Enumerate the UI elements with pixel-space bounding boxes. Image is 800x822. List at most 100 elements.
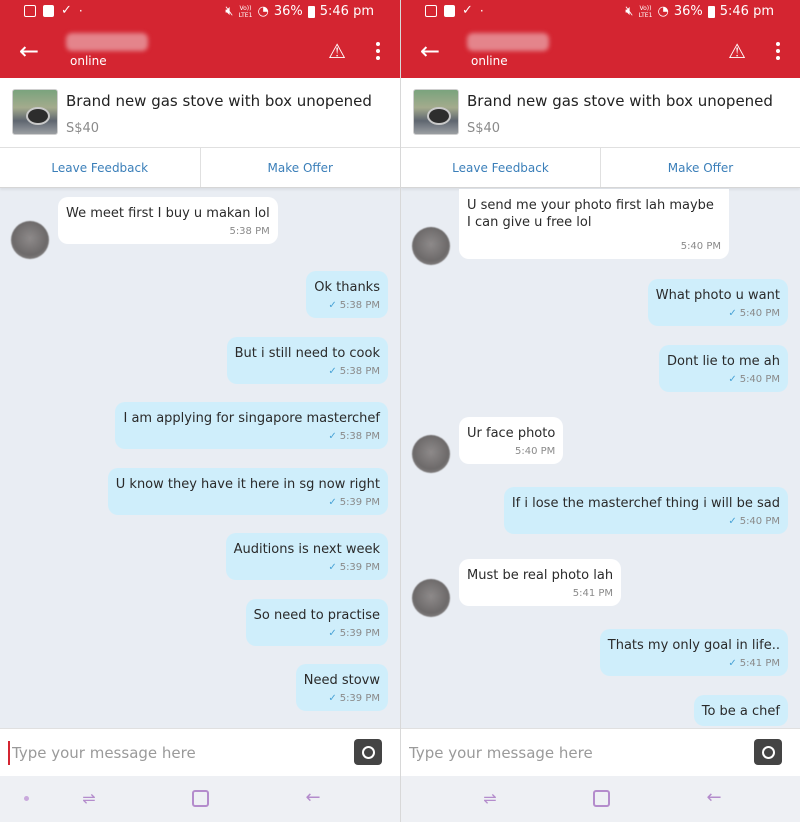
- battery-percent: 36%: [273, 4, 303, 19]
- message-text: What photo u want: [655, 288, 780, 303]
- contact-name-redacted: [467, 33, 549, 51]
- message-time: 5:40 PM: [739, 374, 780, 385]
- chat-app-bar: ← online ⚠: [0, 26, 400, 78]
- message-text: But i still need to cook: [234, 346, 380, 361]
- nav-indicator-icon: [24, 796, 29, 801]
- system-nav-bar: ⇌ ←: [401, 776, 800, 822]
- outgoing-message: Auditions is next week ✓ 5:39 PM: [225, 533, 388, 580]
- more-vertical-icon[interactable]: [368, 38, 388, 64]
- incoming-message: U send me your photo first lah maybe I c…: [459, 189, 729, 259]
- check-icon: ✓: [328, 562, 337, 573]
- check-icon: ✓: [328, 628, 337, 639]
- message-text: Need stovw: [303, 673, 380, 688]
- arrow-left-icon[interactable]: ←: [413, 34, 447, 68]
- check-icon: ✓: [328, 366, 337, 377]
- outgoing-message: What photo u want ✓ 5:40 PM: [647, 279, 788, 326]
- message-time: 5:40 PM: [739, 308, 780, 319]
- status-bar: ✓ · 🔇︎ Vo)) LTE1 ◔ 36% 5:46 pm: [0, 0, 400, 26]
- message-time: 5:39 PM: [339, 562, 380, 573]
- message-text: We meet first I buy u makan lol: [66, 206, 270, 221]
- listing-card[interactable]: Brand new gas stove with box unopened S$…: [401, 78, 800, 148]
- status-bar: ✓ · 🔇︎ Vo)) LTE1 ◔ 36% 5:46 pm: [401, 0, 800, 26]
- message-input[interactable]: [409, 741, 709, 765]
- back-nav-icon[interactable]: ←: [300, 786, 326, 810]
- check-icon: ✓: [328, 693, 337, 704]
- wifi-signal-icon: ◔: [257, 4, 269, 19]
- mute-icon: 🔇︎: [625, 4, 634, 19]
- contact-status: online: [471, 54, 508, 68]
- outgoing-message: Thats my only goal in life.. ✓ 5:41 PM: [599, 629, 788, 676]
- avatar: [412, 579, 450, 617]
- camera-icon[interactable]: [754, 739, 782, 765]
- outgoing-message: To be a chef: [693, 695, 788, 726]
- leave-feedback-button[interactable]: Leave Feedback: [401, 148, 600, 187]
- check-icon: ✓: [328, 497, 337, 508]
- message-time: 5:38 PM: [339, 366, 380, 377]
- message-time: 5:41 PM: [739, 658, 780, 669]
- facebook-notification-icon: [43, 5, 54, 17]
- warning-icon[interactable]: ⚠: [324, 38, 350, 64]
- message-time: 5:39 PM: [339, 693, 380, 704]
- message-time: 5:40 PM: [515, 446, 556, 457]
- recent-apps-icon[interactable]: ⇌: [78, 789, 100, 809]
- message-time: 5:38 PM: [229, 226, 270, 237]
- incoming-message: We meet first I buy u makan lol 5:38 PM: [58, 197, 278, 244]
- chat-app-bar: ← online ⚠: [401, 26, 800, 78]
- message-text: Auditions is next week: [233, 542, 380, 557]
- listing-price: S$40: [66, 121, 100, 136]
- arrow-left-icon[interactable]: ←: [12, 34, 46, 68]
- outgoing-message: So need to practise ✓ 5:39 PM: [245, 599, 388, 646]
- make-offer-button[interactable]: Make Offer: [600, 148, 800, 187]
- outgoing-message: Ok thanks ✓ 5:38 PM: [306, 271, 388, 318]
- outgoing-message: But i still need to cook ✓ 5:38 PM: [226, 337, 388, 384]
- network-label: Vo)) LTE1: [638, 4, 653, 19]
- avatar: [412, 227, 450, 265]
- more-vertical-icon[interactable]: [768, 38, 788, 64]
- system-status: 🔇︎ Vo)) LTE1 ◔ 36% 5:46 pm: [625, 4, 774, 19]
- listing-thumbnail: [12, 89, 58, 135]
- camera-icon[interactable]: [354, 739, 382, 765]
- message-text: U know they have it here in sg now right: [115, 477, 380, 492]
- battery-icon: [307, 5, 315, 18]
- clock: 5:46 pm: [319, 4, 374, 19]
- listing-price: S$40: [467, 121, 501, 136]
- message-composer: [401, 728, 800, 776]
- notification-icons: ✓ ·: [24, 4, 83, 18]
- incoming-message: Ur face photo 5:40 PM: [459, 417, 564, 464]
- more-notifications-icon: ·: [78, 4, 83, 18]
- home-icon[interactable]: [192, 790, 209, 807]
- leave-feedback-button[interactable]: Leave Feedback: [0, 148, 200, 187]
- listing-card[interactable]: Brand new gas stove with box unopened S$…: [0, 78, 400, 148]
- wifi-signal-icon: ◔: [657, 4, 669, 19]
- message-text: U send me your photo first lah maybe I c…: [467, 198, 714, 230]
- outgoing-message: Dont lie to me ah ✓ 5:40 PM: [659, 345, 788, 392]
- message-text: I am applying for singapore masterchef: [123, 411, 380, 426]
- message-list[interactable]: U send me your photo first lah maybe I c…: [401, 189, 800, 728]
- contact-name-redacted: [66, 33, 148, 51]
- gallery-notification-icon: [425, 5, 437, 17]
- contact-status: online: [70, 54, 107, 68]
- back-nav-icon[interactable]: ←: [701, 786, 727, 810]
- avatar: [412, 435, 450, 473]
- check-icon: ✓: [728, 658, 737, 669]
- recent-apps-icon[interactable]: ⇌: [479, 789, 501, 809]
- listing-title: Brand new gas stove with box unopened: [467, 92, 773, 110]
- message-time: 5:40 PM: [739, 516, 780, 527]
- listing-actions: Leave Feedback Make Offer: [0, 148, 400, 188]
- message-time: 5:40 PM: [680, 241, 721, 252]
- message-list[interactable]: We meet first I buy u makan lol 5:38 PM …: [0, 189, 400, 728]
- system-nav-bar: ⇌ ←: [0, 776, 400, 822]
- listing-thumbnail: [413, 89, 459, 135]
- clock: 5:46 pm: [719, 4, 774, 19]
- home-icon[interactable]: [593, 790, 610, 807]
- more-notifications-icon: ·: [479, 4, 484, 18]
- listing-title: Brand new gas stove with box unopened: [66, 92, 372, 110]
- make-offer-button[interactable]: Make Offer: [199, 148, 401, 187]
- message-time: 5:41 PM: [572, 588, 614, 599]
- outgoing-message: U know they have it here in sg now right…: [107, 468, 388, 515]
- system-status: 🔇︎ Vo)) LTE1 ◔ 36% 5:46 pm: [225, 4, 374, 19]
- message-text: Dont lie to me ah: [667, 354, 780, 369]
- message-time: 5:38 PM: [339, 300, 380, 311]
- warning-icon[interactable]: ⚠: [724, 38, 750, 64]
- message-input[interactable]: [8, 741, 308, 765]
